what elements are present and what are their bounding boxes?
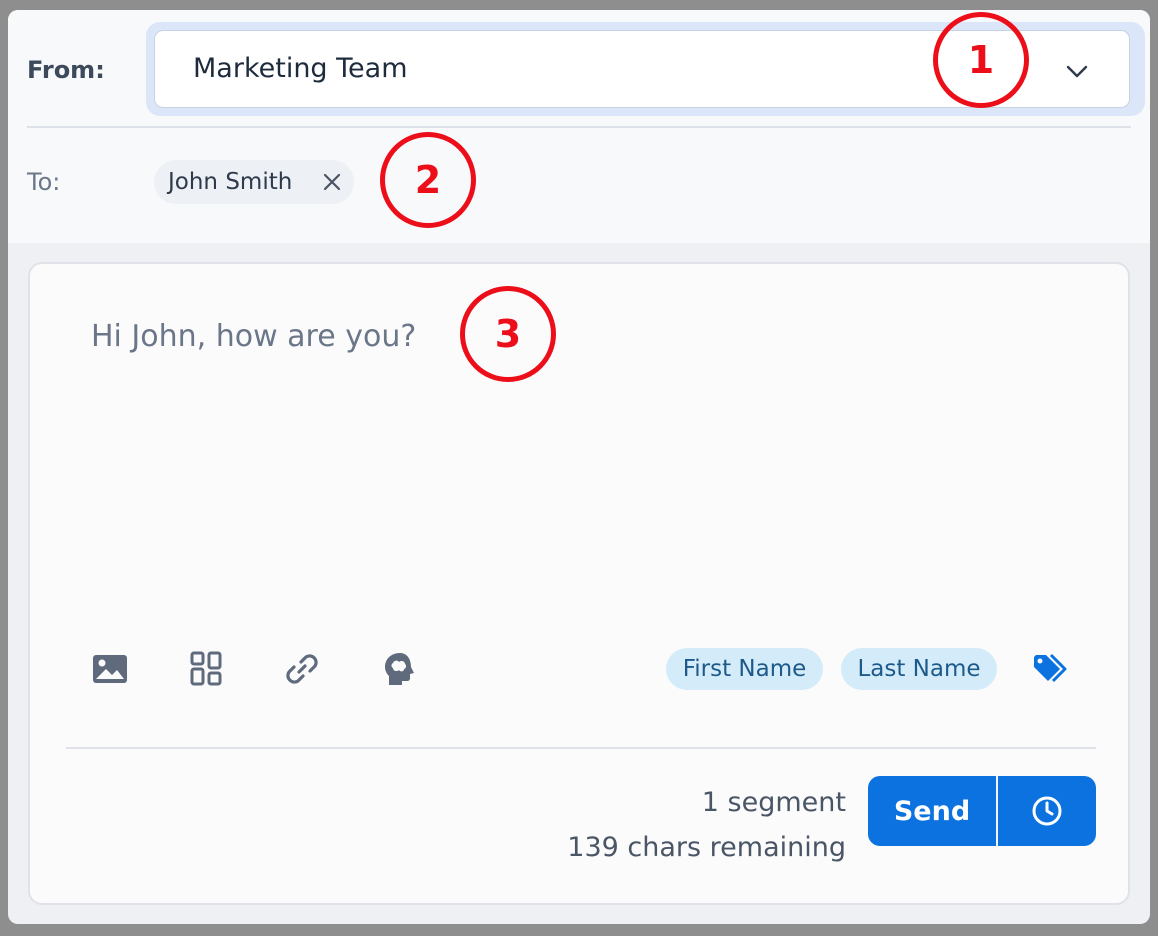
to-label: To: — [27, 168, 61, 196]
message-text[interactable]: Hi John, how are you? — [91, 319, 416, 354]
from-selected-value: Marketing Team — [193, 53, 408, 84]
from-label: From: — [27, 56, 105, 84]
segment-info: 1 segment 139 chars remaining — [567, 780, 846, 870]
annotation-marker-1: 1 — [933, 12, 1029, 108]
annotation-marker-3: 3 — [460, 286, 556, 382]
tags-icon[interactable] — [1030, 649, 1070, 689]
segment-count: 1 segment — [701, 787, 846, 818]
recipient-name: John Smith — [168, 169, 293, 195]
schedule-send-button[interactable] — [998, 776, 1096, 846]
merge-tag-last-name[interactable]: Last Name — [841, 648, 997, 690]
divider — [27, 126, 1131, 128]
annotation-marker-2: 2 — [380, 132, 476, 228]
send-button[interactable]: Send — [868, 776, 996, 846]
recipient-chip[interactable]: John Smith — [154, 160, 354, 204]
chars-remaining: 139 chars remaining — [567, 832, 846, 863]
send-button-group: Send — [868, 776, 1096, 846]
clock-icon — [1032, 796, 1062, 826]
divider — [66, 747, 1096, 749]
compose-panel: From: Marketing Team To: John Smith Hi J… — [8, 10, 1150, 924]
template-grid-icon[interactable] — [186, 649, 226, 689]
ai-brain-icon[interactable] — [380, 649, 420, 689]
link-icon[interactable] — [282, 649, 322, 689]
merge-tag-first-name[interactable]: First Name — [666, 648, 823, 690]
chevron-down-icon — [1066, 65, 1088, 78]
image-icon[interactable] — [90, 649, 130, 689]
message-composer: Hi John, how are you? First Name Last Na… — [28, 262, 1130, 905]
remove-recipient-icon[interactable] — [320, 170, 344, 194]
